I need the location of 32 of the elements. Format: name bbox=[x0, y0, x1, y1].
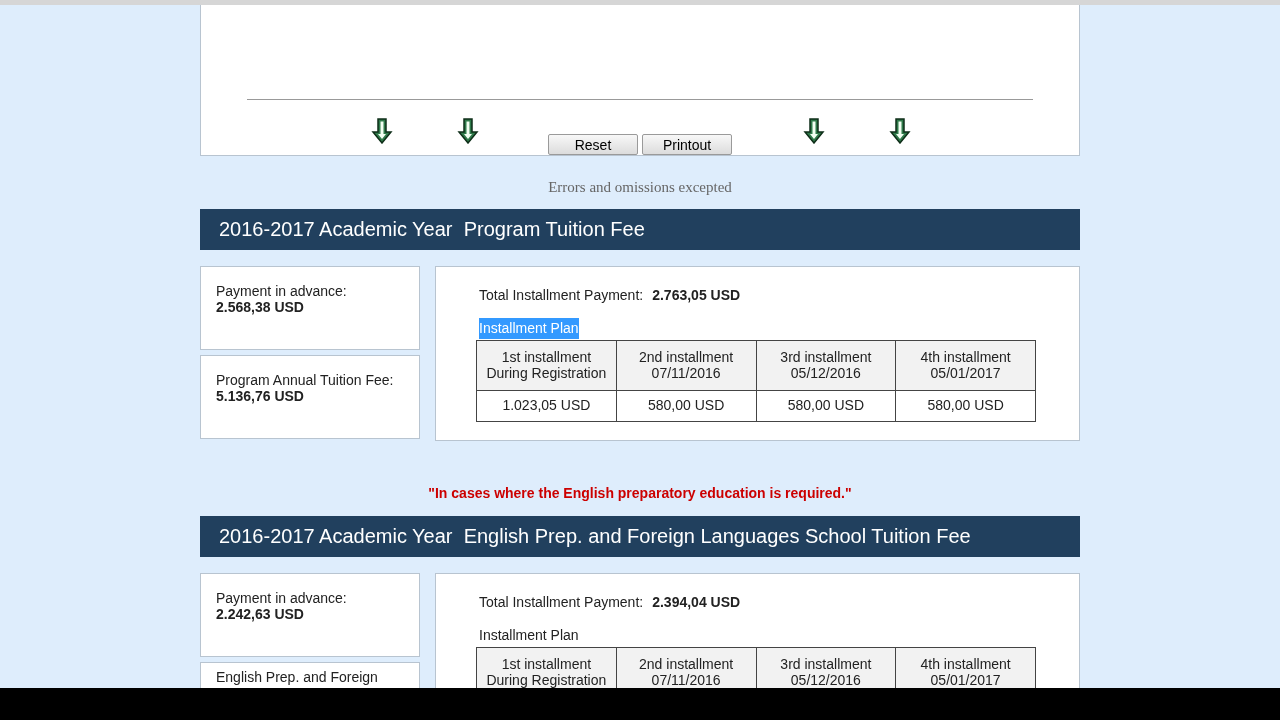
note-text: "In cases where the English preparatory education is required." bbox=[427, 483, 853, 503]
table-cell: 580,00 USD bbox=[756, 390, 896, 421]
total-value: 2.763,05 USD bbox=[652, 285, 741, 305]
table-header-cell: 2nd installment 07/11/2016 bbox=[616, 647, 756, 688]
annual-fee-card: English Prep. and Foreign bbox=[200, 661, 420, 688]
table-cell: 580,00 USD bbox=[895, 390, 1036, 421]
action-button[interactable]: Reset bbox=[548, 134, 638, 155]
table-header-cell: 1st installment During Registration bbox=[476, 647, 617, 688]
advance-payment-card: Payment in advance: 2.568,38 USD bbox=[200, 265, 420, 350]
action-button[interactable]: Printout bbox=[642, 134, 732, 155]
plan-label: Installment Plan bbox=[479, 317, 579, 339]
table-cell: 580,00 USD bbox=[616, 390, 756, 421]
table-header-cell: 1st installment During Registration bbox=[476, 340, 617, 390]
table-header-cell: 3rd installment 05/12/2016 bbox=[756, 647, 896, 688]
plan-label: Installment Plan bbox=[479, 625, 579, 645]
down-arrow-icon bbox=[803, 118, 825, 144]
disclaimer-text: Errors and omissions excepted bbox=[547, 178, 733, 197]
total-label: Total Installment Payment: bbox=[479, 592, 644, 612]
down-arrow-icon bbox=[889, 118, 911, 144]
down-arrow-icon bbox=[371, 118, 393, 144]
table-header-cell: 4th installment 05/01/2017 bbox=[895, 647, 1036, 688]
table-header-cell: 3rd installment 05/12/2016 bbox=[756, 340, 896, 390]
table-header-cell: 2nd installment 07/11/2016 bbox=[616, 340, 756, 390]
table-cell: 1.023,05 USD bbox=[476, 390, 617, 421]
section-header: 2016-2017 Academic Year English Prep. and Foreign Languages School Tuition Fee bbox=[200, 515, 1080, 557]
down-arrow-icon bbox=[457, 118, 479, 144]
table-header-cell: 4th installment 05/01/2017 bbox=[895, 340, 1036, 390]
total-label: Total Installment Payment: bbox=[479, 285, 644, 305]
total-value: 2.394,04 USD bbox=[652, 592, 741, 612]
annual-fee-card: Program Annual Tuition Fee: 5.136,76 USD bbox=[200, 354, 420, 439]
section-header: 2016-2017 Academic Year Program Tuition Fee bbox=[200, 208, 1080, 250]
advance-payment-card: Payment in advance: 2.242,63 USD bbox=[200, 572, 420, 657]
